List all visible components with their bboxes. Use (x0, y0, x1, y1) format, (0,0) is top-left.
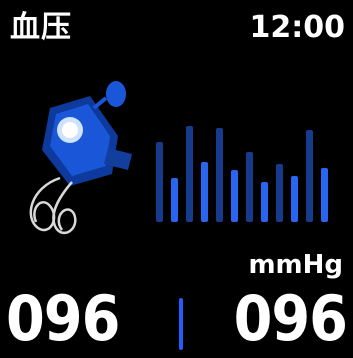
unit-label: mmHg (248, 250, 343, 280)
history-bar (261, 182, 268, 222)
blood-pressure-monitor-icon (29, 81, 132, 235)
history-bar (276, 164, 283, 222)
history-bar (246, 152, 253, 222)
page-title: 血压 (10, 10, 72, 45)
history-bar (231, 170, 238, 222)
history-bar (171, 178, 178, 222)
history-bar (201, 162, 208, 222)
history-bar (216, 128, 223, 222)
diastolic-value: 096 (233, 282, 348, 355)
history-bar (306, 130, 313, 222)
clock: 12:00 (249, 10, 346, 45)
history-bar (186, 126, 193, 222)
history-bar (321, 168, 328, 222)
pressure-history-chart (156, 126, 328, 222)
history-bar (156, 142, 163, 222)
divider (179, 298, 183, 350)
history-bar (291, 176, 298, 222)
blood-pressure-screen: 血压 12:00 mmHg 096 096 (0, 0, 353, 358)
systolic-value: 096 (6, 282, 120, 355)
